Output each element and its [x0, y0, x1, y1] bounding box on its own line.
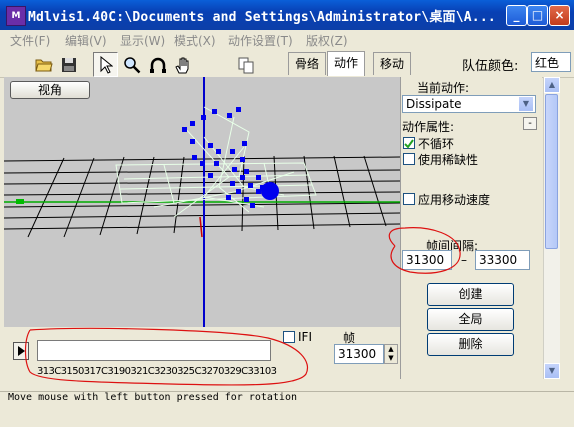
delete-button[interactable]: 删除 — [427, 333, 514, 356]
menu-action-settings[interactable]: 动作设置(T) — [228, 32, 293, 49]
model-viewport[interactable] — [4, 77, 400, 327]
arrow-cursor-icon[interactable] — [93, 52, 118, 77]
menu-edit[interactable]: 编辑(V) — [65, 32, 107, 49]
scroll-up-icon[interactable]: ▲ — [544, 77, 560, 93]
magnifier-icon[interactable] — [119, 52, 144, 77]
timeline-track[interactable] — [37, 340, 271, 361]
pivot-marker — [199, 216, 203, 238]
menu-file[interactable]: 文件(F) — [10, 32, 50, 49]
scroll-down-icon[interactable]: ▼ — [544, 363, 560, 379]
menu-mode[interactable]: 模式(X) — [174, 32, 216, 49]
menu-view[interactable]: 显示(W) — [120, 32, 165, 49]
move-speed-label: 应用移动速度 — [418, 193, 491, 207]
open-folder-icon[interactable] — [31, 52, 56, 77]
current-action-label: 当前动作: — [417, 81, 470, 95]
action-props-label: 动作属性: — [402, 120, 455, 134]
window-title: Mdlvis1.40C:\Documents and Settings\Admi… — [28, 10, 496, 25]
checkmark-icon — [404, 139, 414, 149]
hand-icon[interactable] — [170, 52, 195, 77]
use-rarity-label: 使用稀缺性 — [418, 153, 479, 167]
rotate-icon[interactable] — [145, 52, 170, 77]
current-action-select[interactable]: Dissipate — [402, 95, 536, 113]
panel-scrollbar[interactable]: ▲ ▼ — [543, 77, 560, 379]
timeline-ticks: 313C3150317C3190321C3230325C3270329C3310… — [37, 366, 277, 377]
no-loop-label: 不循环 — [418, 137, 455, 151]
frame-start-field[interactable]: 31300 — [402, 250, 452, 270]
move-speed-checkbox[interactable] — [403, 193, 415, 205]
tab-animation[interactable]: 动作 — [327, 51, 366, 76]
team-color-select[interactable]: 红色 — [531, 52, 571, 72]
tab-move[interactable]: 移动 — [373, 52, 412, 75]
collapse-button[interactable]: - — [523, 117, 537, 130]
scroll-thumb[interactable] — [545, 94, 558, 249]
no-loop-checkbox[interactable] — [403, 137, 415, 149]
create-button[interactable]: 创建 — [427, 283, 514, 306]
view-angle-button[interactable]: 视角 — [10, 81, 90, 99]
maximize-button[interactable]: □ — [527, 5, 548, 26]
menu-copyright[interactable]: 版权(Z) — [306, 32, 348, 49]
frame-field[interactable]: 31300 — [334, 344, 384, 364]
use-rarity-checkbox[interactable] — [403, 153, 415, 165]
spin-down-icon[interactable]: ▼ — [385, 354, 397, 363]
tab-skeleton[interactable]: 骨络 — [288, 52, 327, 75]
frame-dash: – — [461, 253, 467, 267]
copy-icon[interactable] — [233, 52, 258, 77]
close-button[interactable]: × — [549, 5, 570, 26]
current-action-value: Dissipate — [406, 97, 462, 111]
ifi-checkbox[interactable] — [283, 331, 295, 343]
frame-end-field[interactable]: 33300 — [475, 250, 530, 270]
app-icon[interactable]: M — [6, 6, 26, 26]
team-color-label: 队伍颜色: — [462, 59, 519, 74]
status-text: Move mouse with left button pressed for … — [8, 392, 297, 403]
ifi-label: IFI — [298, 330, 312, 344]
spin-up-icon[interactable]: ▲ — [385, 345, 397, 354]
menu-bar: 文件(F) 编辑(V) 显示(W) 模式(X) 动作设置(T) 版权(Z) — [0, 30, 574, 49]
dropdown-arrow-icon[interactable]: ▼ — [518, 96, 534, 112]
save-disk-icon[interactable] — [56, 52, 81, 77]
model-scene — [4, 77, 400, 327]
minimize-button[interactable]: _ — [506, 5, 527, 26]
frame-spinner[interactable]: ▲ ▼ — [384, 344, 398, 364]
axis-marker — [16, 199, 24, 204]
play-icon[interactable] — [13, 342, 29, 360]
global-button[interactable]: 全局 — [427, 308, 514, 331]
